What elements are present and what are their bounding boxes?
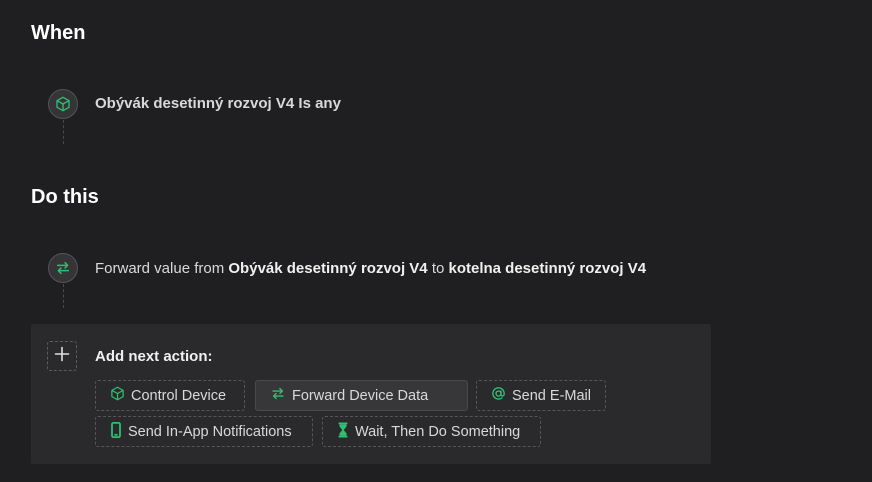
do-this-section-title: Do this <box>31 186 99 208</box>
action-target-device: kotelna desetinný rozvoj V4 <box>448 260 647 277</box>
control-device-button[interactable]: Control Device <box>95 380 245 411</box>
phone-icon <box>110 421 122 442</box>
cube-icon <box>110 386 125 405</box>
trigger-text: Obývák desetinný rozvoj V4 Is any <box>95 95 341 112</box>
forward-device-data-button[interactable]: Forward Device Data <box>255 380 468 411</box>
action-connector: to <box>431 260 445 277</box>
plus-icon <box>54 346 70 367</box>
send-email-label: Send E-Mail <box>512 387 591 404</box>
forward-device-data-label: Forward Device Data <box>292 387 429 404</box>
hourglass-icon <box>337 421 349 442</box>
timeline-connector <box>63 284 64 308</box>
cube-icon <box>55 96 71 112</box>
action-text: Forward value from Obývák desetinný rozv… <box>95 260 646 277</box>
send-in-app-notifications-button[interactable]: Send In-App Notifications <box>95 416 313 447</box>
send-in-app-notifications-label: Send In-App Notifications <box>128 423 292 440</box>
arrows-exchange-icon <box>55 260 71 276</box>
wait-then-do-something-button[interactable]: Wait, Then Do Something <box>322 416 541 447</box>
action-source-device: Obývák desetinný rozvoj V4 <box>228 260 428 277</box>
when-section-title: When <box>31 22 86 44</box>
add-action-button[interactable] <box>47 341 77 371</box>
arrows-exchange-icon <box>270 386 286 405</box>
wait-then-do-something-label: Wait, Then Do Something <box>355 423 521 440</box>
control-device-label: Control Device <box>131 387 227 404</box>
add-next-action-panel: Add next action: Control Device Forward … <box>31 324 711 464</box>
timeline-connector <box>63 120 64 144</box>
action-prefix: Forward value from <box>95 260 225 277</box>
action-node <box>48 253 78 283</box>
at-sign-icon <box>491 386 506 405</box>
send-email-button[interactable]: Send E-Mail <box>476 380 606 411</box>
trigger-node <box>48 89 78 119</box>
add-next-action-label: Add next action: <box>95 348 213 365</box>
